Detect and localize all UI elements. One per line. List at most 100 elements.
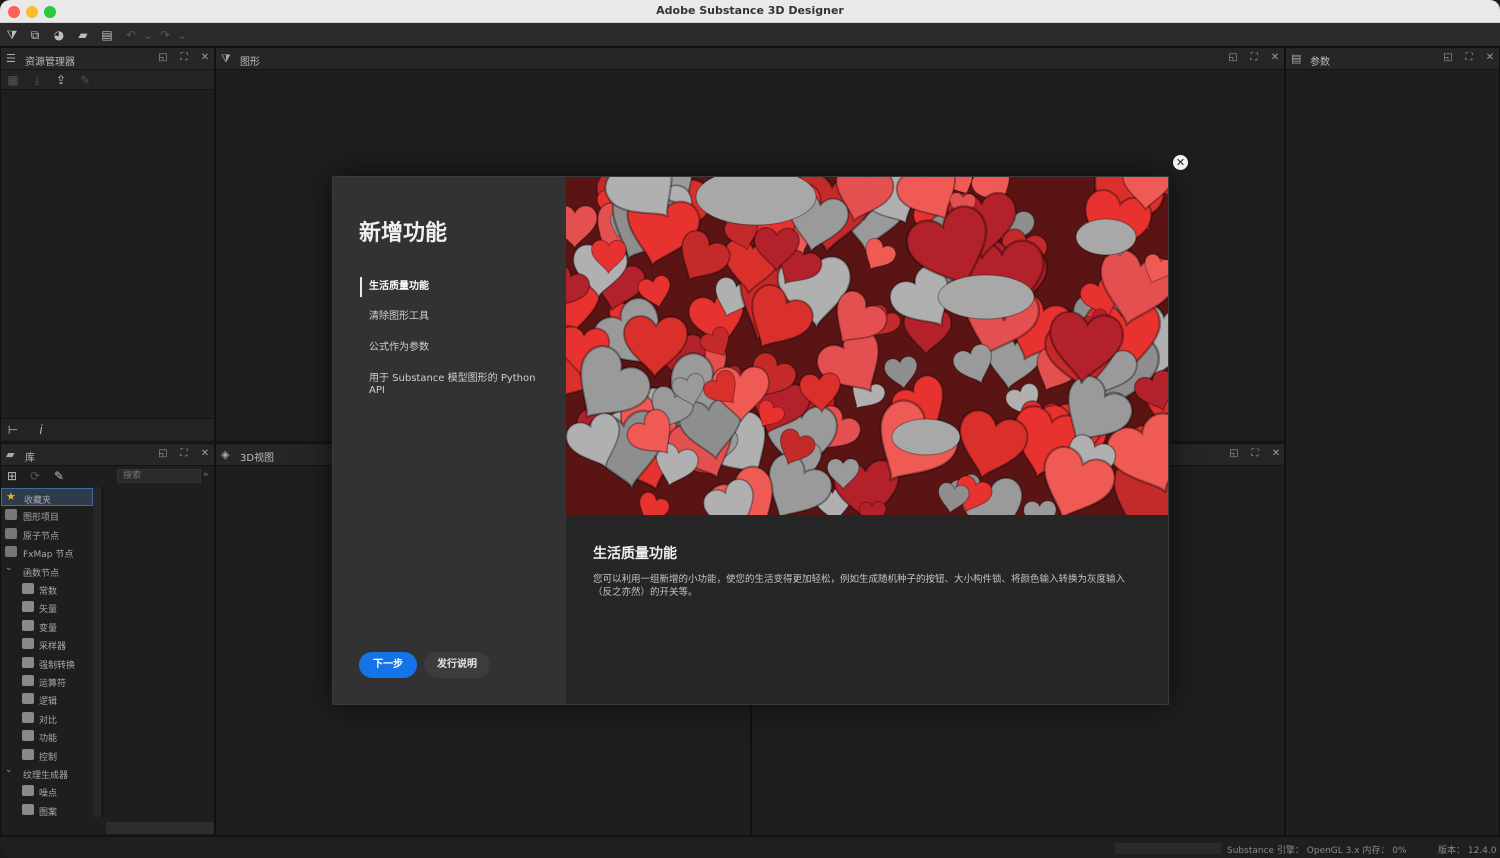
nav-item-quality-of-life[interactable]: 生活质量功能 <box>360 277 550 297</box>
status-bar: Substance 引擎： OpenGL 3.x 内存： 0% 版本： 12.4… <box>0 836 1500 858</box>
undo-history-icon[interactable]: ⌄ <box>140 27 156 43</box>
tree-view-icon[interactable]: ⊢ <box>5 422 21 438</box>
maximize-panel-icon[interactable]: ⛶ <box>1463 52 1475 64</box>
explorer-toolbar: ▦ ⤓ ⇪ ✎ <box>1 70 214 90</box>
parameters-title: 参数 <box>1310 57 1330 68</box>
library-divider <box>102 487 103 817</box>
library-item-label: 功能 <box>39 734 58 745</box>
add-folder-icon[interactable]: ⊞ <box>4 468 20 484</box>
float-icon[interactable]: ◱ <box>157 52 169 64</box>
node-icon <box>22 785 34 797</box>
library-item[interactable]: 逻辑 <box>1 690 93 708</box>
stone-shape <box>1075 218 1137 256</box>
library-item[interactable]: 采样器 <box>1 635 93 653</box>
library-item[interactable]: 噪点 <box>1 782 93 800</box>
chevron-down-icon: ⌄ <box>5 765 13 775</box>
float-icon[interactable]: ◱ <box>1227 52 1239 64</box>
close-panel-icon[interactable]: ✕ <box>1484 52 1496 64</box>
explorer-panel: ☰ 资源管理器 ◱ ⛶ ✕ ▦ ⤓ ⇪ ✎ ⊢ i <box>0 47 215 442</box>
new-package-icon[interactable]: ◕ <box>51 27 67 43</box>
library-item[interactable]: 控制 <box>1 746 93 764</box>
save-all-icon[interactable]: ▤ <box>99 27 115 43</box>
library-item[interactable]: ⌄ 纹理生成器 <box>1 764 93 782</box>
library-item-label: 控制 <box>39 752 58 763</box>
node-icon <box>22 619 34 631</box>
library-title: 库 <box>25 453 35 464</box>
edit-icon[interactable]: ✎ <box>77 72 93 88</box>
node-icon <box>22 730 34 742</box>
node-icon <box>22 601 34 613</box>
close-panel-icon[interactable]: ✕ <box>1270 448 1282 460</box>
app-window: Adobe Substance 3D Designer ⧩ ⧉ ◕ ▰ ▤ ↶ … <box>0 0 1500 858</box>
float-icon[interactable]: ◱ <box>1228 448 1240 460</box>
title-bar: Adobe Substance 3D Designer <box>0 0 1500 23</box>
close-panel-icon[interactable]: ✕ <box>199 52 211 64</box>
feature-title: 生活质量功能 <box>593 546 677 562</box>
parameters-header: ▤ 参数 ◱ ⛶ ✕ <box>1286 48 1499 70</box>
new-function-icon[interactable]: ⧉ <box>27 27 43 43</box>
close-panel-icon[interactable]: ✕ <box>1269 52 1281 64</box>
library-item[interactable]: ⌄ 函数节点 <box>1 562 93 580</box>
library-hscrollbar[interactable] <box>106 822 214 834</box>
library-item[interactable]: 图案 <box>1 801 93 819</box>
refresh-icon[interactable]: ⟳ <box>27 468 43 484</box>
explorer-title: 资源管理器 <box>25 57 75 68</box>
chevron-down-icon: ⌄ <box>5 562 13 573</box>
3d-view-title: 3D视图 <box>240 453 275 464</box>
nav-item-graph-cleanup[interactable]: 清除图形工具 <box>360 311 550 323</box>
library-item[interactable]: FxMap 节点 <box>1 543 93 561</box>
float-icon[interactable]: ◱ <box>1442 52 1454 64</box>
maximize-panel-icon[interactable]: ⛶ <box>178 52 190 64</box>
publish-icon[interactable]: ⤓ <box>29 72 45 88</box>
float-icon[interactable]: ◱ <box>157 448 169 460</box>
library-item-label: 原子节点 <box>23 531 60 542</box>
library-item[interactable]: 原子节点 <box>1 525 93 543</box>
library-item[interactable]: 对比 <box>1 709 93 727</box>
node-icon <box>22 748 34 760</box>
maximize-panel-icon[interactable]: ⛶ <box>178 448 190 460</box>
nav-item-python-api[interactable]: 用于 Substance 模型图形的 Python API <box>360 373 550 397</box>
library-scrollbar[interactable] <box>93 487 101 817</box>
stone-shape <box>937 274 1035 320</box>
next-button[interactable]: 下一步 <box>359 652 417 678</box>
maximize-panel-icon[interactable]: ⛶ <box>1248 52 1260 64</box>
library-search-input[interactable]: 搜索 <box>117 469 201 483</box>
node-icon <box>22 693 34 705</box>
library-toolbar: ⊞ ⟳ ✎ <box>1 466 101 486</box>
close-panel-icon[interactable]: ✕ <box>199 448 211 460</box>
parameters-icon: ▤ <box>1291 52 1302 65</box>
library-item[interactable]: 功能 <box>1 727 93 745</box>
save-icon[interactable]: ▦ <box>5 72 21 88</box>
library-item[interactable]: 变量 <box>1 617 93 635</box>
info-icon[interactable]: i <box>33 422 49 438</box>
redo-history-icon[interactable]: ⌄ <box>174 27 190 43</box>
library-item[interactable]: 运算符 <box>1 672 93 690</box>
library-item[interactable]: 图形项目 <box>1 506 93 524</box>
expand-icon[interactable]: » <box>203 470 209 480</box>
library-item[interactable]: 常数 <box>1 580 93 598</box>
new-graph-icon[interactable]: ⧩ <box>4 27 20 43</box>
library-item-label: 强制转换 <box>39 660 76 671</box>
dialog-sidebar: 新增功能 生活质量功能 清除图形工具 公式作为参数 用于 Substance 模… <box>333 177 566 704</box>
maximize-panel-icon[interactable]: ⛶ <box>1249 448 1261 460</box>
nav-item-formula-params[interactable]: 公式作为参数 <box>360 342 550 354</box>
node-icon <box>22 583 34 594</box>
explorer-icon: ☰ <box>6 52 16 65</box>
node-icon <box>5 546 17 558</box>
version-label: 版本： 12.4.0 <box>1438 846 1497 856</box>
library-item[interactable]: 强制转换 <box>1 654 93 672</box>
library-folder-icon: ▰ <box>6 448 15 461</box>
redo-icon[interactable]: ↷ <box>157 27 173 43</box>
undo-icon[interactable]: ↶ <box>123 27 139 43</box>
release-notes-button[interactable]: 发行说明 <box>424 652 490 678</box>
dialog-close-icon[interactable]: ✕ <box>1173 155 1188 170</box>
edit-icon[interactable]: ✎ <box>51 468 67 484</box>
export-icon[interactable]: ⇪ <box>53 72 69 88</box>
library-item-label: 图案 <box>39 807 58 818</box>
open-folder-icon[interactable]: ▰ <box>75 27 91 43</box>
library-item[interactable]: ★ 收藏夹 <box>1 488 93 506</box>
library-item-label: 对比 <box>39 715 58 726</box>
library-item[interactable]: 矢量 <box>1 598 93 616</box>
library-item-label: 变量 <box>39 623 58 634</box>
library-item-label: 噪点 <box>39 789 58 800</box>
